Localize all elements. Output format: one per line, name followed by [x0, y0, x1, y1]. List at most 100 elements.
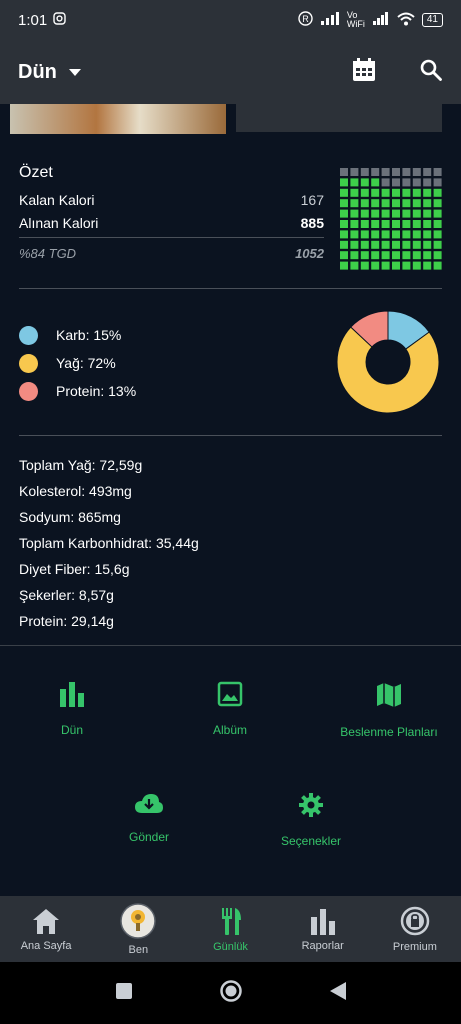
- vowifi-label: Vo WiFi: [346, 10, 365, 29]
- recents-icon[interactable]: [115, 982, 133, 1005]
- avatar: [120, 902, 157, 939]
- reports-icon: [310, 908, 335, 935]
- grid-cell: [433, 209, 442, 218]
- consumed-calories-label: Alınan Kalori: [19, 214, 99, 231]
- consumed-calories-row: Alınan Kalori 885: [19, 211, 324, 234]
- fork-knife-icon: [221, 907, 241, 935]
- tdee-row: %84 TGD 1052: [19, 242, 324, 265]
- meal-plans-button[interactable]: Beslenme Planları: [339, 681, 439, 739]
- nav-premium[interactable]: Premium: [369, 896, 461, 962]
- grid-cell: [340, 220, 348, 228]
- grid-cell: [392, 199, 400, 208]
- day-chart-label: Dün: [60, 723, 83, 737]
- grid-cell: [412, 209, 421, 218]
- grid-cell: [423, 199, 432, 208]
- carb-dot: [19, 325, 38, 345]
- grid-cell: [423, 209, 432, 218]
- grid-cell: [412, 240, 421, 249]
- grid-cell: [340, 199, 348, 208]
- grid-cell: [412, 251, 421, 260]
- grid-cell: [381, 168, 390, 176]
- grid-cell: [392, 168, 400, 176]
- page-title[interactable]: Dün: [18, 61, 57, 84]
- grid-cell: [423, 178, 432, 187]
- grid-cell: [360, 261, 369, 270]
- premium-badge-icon: [400, 906, 430, 935]
- day-chart-button[interactable]: Dün: [22, 681, 122, 737]
- meal-plans-label: Beslenme Planları: [340, 725, 438, 739]
- grid-cell: [392, 251, 400, 260]
- macro-carb-label: Karb: 15%: [56, 327, 122, 343]
- status-bar: 1:01 R Vo WiFi 41: [0, 0, 461, 40]
- home-circle-icon[interactable]: [219, 979, 243, 1008]
- grid-cell: [433, 220, 442, 228]
- nav-me[interactable]: Ben: [92, 896, 184, 962]
- grid-cell: [340, 251, 348, 260]
- grid-cell: [433, 188, 442, 197]
- grid-cell: [350, 178, 359, 187]
- nutrient-item: Kolesterol: 493mg: [19, 483, 132, 499]
- grid-cell: [412, 230, 421, 239]
- grid-cell: [350, 209, 359, 218]
- grid-cell: [423, 220, 432, 228]
- send-button[interactable]: Gönder: [99, 792, 199, 844]
- nav-home-label: Ana Sayfa: [20, 939, 72, 952]
- tdee-label: %84 TGD: [19, 246, 77, 261]
- summary-heading: Özet: [19, 164, 53, 181]
- grid-cell: [433, 178, 442, 187]
- nav-home[interactable]: Ana Sayfa: [0, 896, 92, 962]
- back-icon[interactable]: [329, 981, 347, 1006]
- grid-cell: [350, 168, 359, 176]
- grid-cell: [371, 220, 380, 228]
- diary-content[interactable]: Özet Kalan Kalori 167 Alınan Kalori 885 …: [0, 104, 461, 896]
- grid-cell: [423, 188, 432, 197]
- nav-diary[interactable]: Günlük: [184, 896, 276, 962]
- home-icon: [33, 908, 60, 934]
- grid-cell: [340, 209, 348, 218]
- grid-cell: [433, 240, 442, 249]
- food-photo[interactable]: [10, 104, 226, 134]
- grid-cell: [433, 251, 442, 260]
- grid-cell: [360, 178, 369, 187]
- calorie-grid-chart: [340, 168, 442, 270]
- album-button[interactable]: Albüm: [180, 681, 280, 737]
- macro-legend: Karb: 15% Yağ: 72% Protein: 13%: [19, 321, 136, 405]
- nav-diary-label: Günlük: [213, 940, 248, 953]
- chevron-down-icon[interactable]: [68, 68, 81, 76]
- instagram-icon: [53, 11, 66, 29]
- signal-icon-2: [372, 12, 390, 28]
- grid-cell: [371, 230, 380, 239]
- grid-cell: [350, 188, 359, 197]
- grid-cell: [360, 251, 369, 260]
- grid-cell: [371, 188, 380, 197]
- bar-chart-icon: [60, 682, 84, 707]
- remaining-calories-row: Kalan Kalori 167: [19, 188, 324, 211]
- grid-cell: [381, 251, 390, 260]
- search-icon[interactable]: [419, 58, 443, 87]
- nav-premium-label: Premium: [392, 940, 437, 953]
- macro-fat: Yağ: 72%: [19, 349, 136, 377]
- grid-cell: [402, 240, 411, 249]
- grid-cell: [423, 261, 432, 270]
- consumed-calories-value: 885: [300, 214, 324, 231]
- nav-reports[interactable]: Raporlar: [277, 896, 369, 962]
- summary-divider: [19, 237, 324, 238]
- grid-cell: [433, 261, 442, 270]
- calendar-icon[interactable]: [351, 57, 377, 88]
- grid-cell: [402, 178, 411, 187]
- grid-cell: [340, 240, 348, 249]
- grid-cell: [371, 178, 380, 187]
- options-button[interactable]: Seçenekler: [261, 792, 361, 848]
- grid-cell: [340, 178, 348, 187]
- cloud-download-icon: [135, 794, 163, 813]
- grid-cell: [350, 199, 359, 208]
- grid-cell: [381, 188, 390, 197]
- grid-cell: [412, 178, 421, 187]
- grid-cell: [412, 220, 421, 228]
- grid-cell: [412, 188, 421, 197]
- grid-cell: [381, 199, 390, 208]
- actions-divider: [0, 645, 461, 646]
- svg-text:R: R: [302, 14, 309, 24]
- fat-dot: [19, 353, 38, 373]
- grid-cell: [402, 230, 411, 239]
